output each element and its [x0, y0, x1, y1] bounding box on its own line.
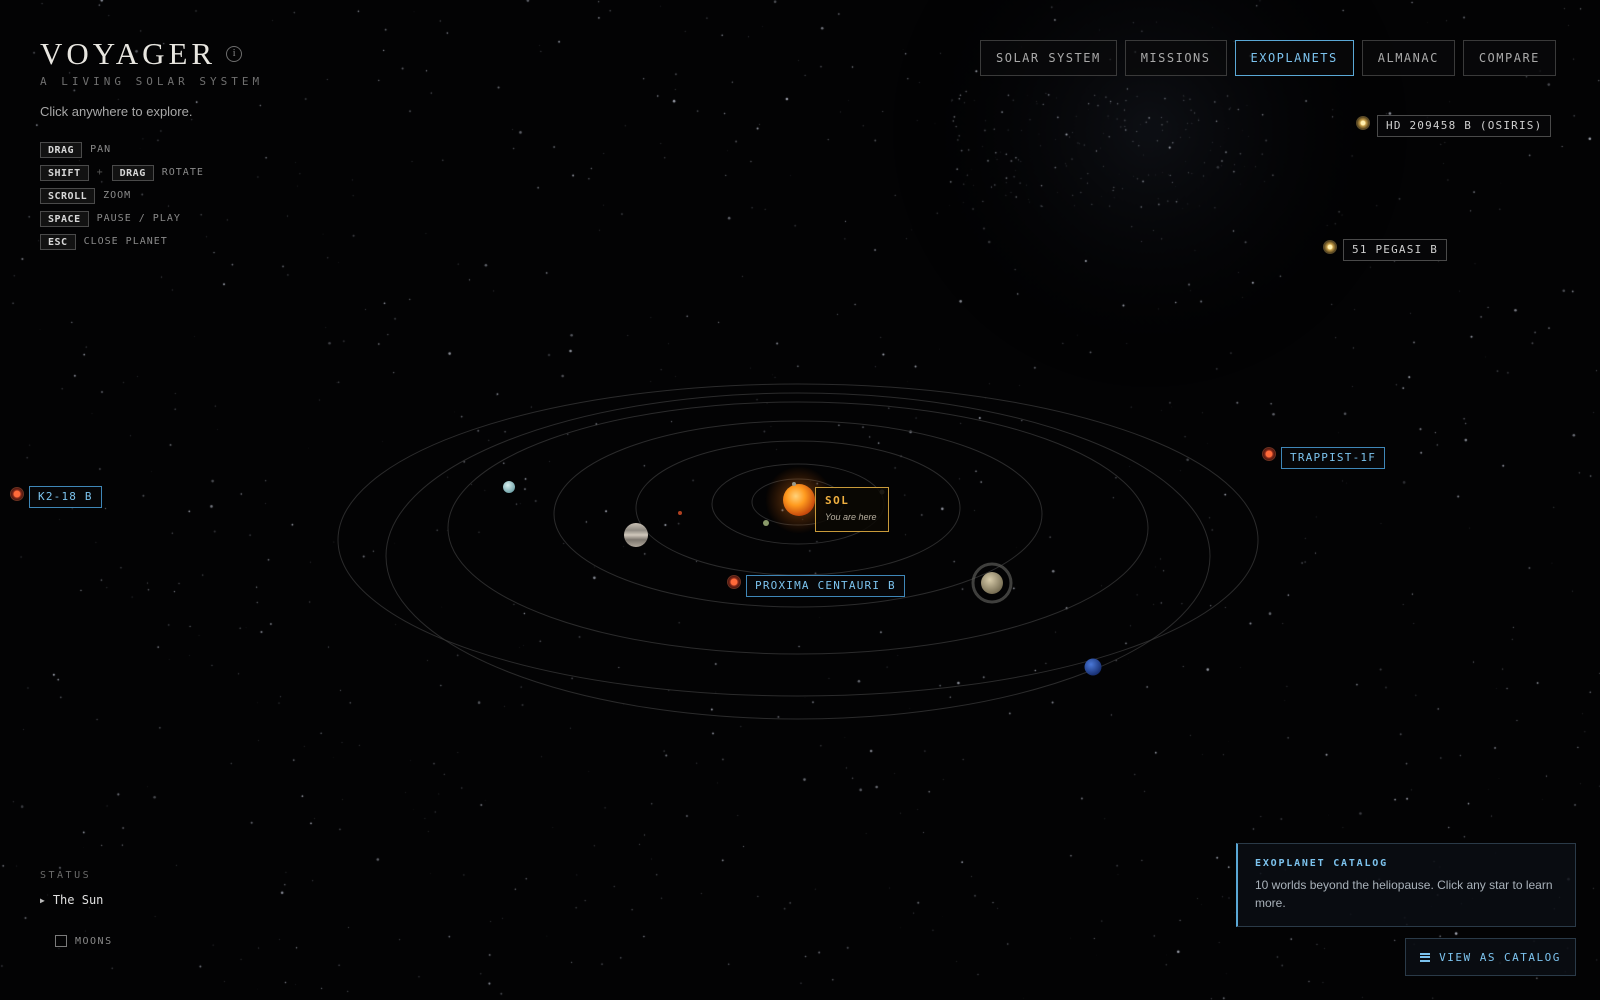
status-value: ▶ The Sun — [40, 893, 103, 907]
tab-almanac[interactable]: ALMANAC — [1361, 40, 1455, 76]
sun-name: SOL — [825, 494, 850, 507]
catalog-description: 10 worlds beyond the heliopause. Click a… — [1255, 878, 1553, 910]
mercury — [792, 482, 796, 486]
exoplanet-marker-trappist[interactable] — [1262, 447, 1276, 461]
saturn — [981, 572, 1003, 594]
exoplanet-marker-hd209458[interactable] — [1356, 116, 1370, 130]
exoplanet-marker-proxima[interactable] — [727, 575, 741, 589]
sun-note: You are here — [825, 512, 877, 522]
shortcut-pause: SPACE PAUSE / PLAY — [40, 210, 204, 227]
tab-missions[interactable]: MISSIONS — [1124, 40, 1227, 76]
jupiter — [624, 523, 648, 547]
shortcut-close: ESC CLOSE PLANET — [40, 233, 204, 250]
exoplanet-label-hd209458[interactable]: HD 209458 B (OSIRIS) — [1377, 115, 1552, 137]
key-esc: ESC — [40, 233, 76, 250]
list-icon — [1420, 952, 1431, 962]
key-shift: SHIFT — [40, 164, 89, 181]
shortcut-action: CLOSE PLANET — [83, 236, 168, 247]
moons-label: MOONS — [75, 935, 113, 947]
moons-checkbox[interactable] — [55, 935, 67, 947]
info-icon[interactable]: i — [226, 46, 243, 62]
catalog-title: EXOPLANET CATALOG — [1255, 858, 1388, 869]
sun-label-card[interactable]: SOL You are here — [815, 487, 889, 532]
shortcut-action: ZOOM — [103, 190, 132, 201]
shortcut-pan: DRAG PAN — [40, 141, 204, 158]
moons-toggle[interactable]: MOONS — [55, 935, 113, 947]
sun — [783, 484, 815, 516]
triangle-right-icon: ▶ — [40, 895, 45, 905]
exoplanet-label-k2-18[interactable]: K2-18 B — [29, 486, 102, 508]
key-drag: DRAG — [40, 141, 83, 158]
shortcut-action: PAUSE / PLAY — [96, 213, 181, 224]
earth — [763, 520, 769, 526]
neptune — [1084, 658, 1102, 676]
key-joiner: + — [96, 167, 104, 178]
key-space: SPACE — [40, 210, 89, 227]
view-as-catalog-button[interactable]: VIEW AS CATALOG — [1405, 938, 1576, 976]
main-nav: SOLAR SYSTEM MISSIONS EXOPLANETS ALMANAC… — [980, 40, 1556, 76]
tab-exoplanets[interactable]: EXOPLANETS — [1234, 40, 1354, 76]
exoplanet-marker-k2-18[interactable] — [10, 487, 24, 501]
exoplanet-label-proxima[interactable]: PROXIMA CENTAURI B — [746, 575, 905, 597]
key-drag: DRAG — [111, 164, 154, 181]
shortcut-rotate: SHIFT + DRAG ROTATE — [40, 164, 204, 181]
shortcut-action: PAN — [90, 144, 112, 155]
view-as-catalog-label: VIEW AS CATALOG — [1439, 950, 1561, 964]
exoplanet-label-51-pegasi[interactable]: 51 PEGASI B — [1343, 239, 1448, 261]
app-title-text: VOYAGER — [40, 36, 217, 71]
exoplanet-catalog-panel: EXOPLANET CATALOG 10 worlds beyond the h… — [1236, 843, 1576, 927]
key-scroll: SCROLL — [40, 187, 96, 204]
app-tagline: Click anywhere to explore. — [40, 104, 193, 119]
shortcut-zoom: SCROLL ZOOM — [40, 187, 204, 204]
app-title: VOYAGER i — [40, 36, 243, 72]
app-subtitle: A LIVING SOLAR SYSTEM — [40, 75, 264, 88]
exoplanet-label-trappist[interactable]: TRAPPIST-1F — [1281, 447, 1386, 469]
shortcut-action: ROTATE — [161, 167, 204, 178]
tab-compare[interactable]: COMPARE — [1462, 40, 1556, 76]
tab-solar-system[interactable]: SOLAR SYSTEM — [980, 40, 1117, 76]
uranus — [503, 481, 515, 493]
status-value-text: The Sun — [52, 893, 104, 907]
status-label: STATUS — [40, 870, 92, 881]
mars — [678, 511, 682, 515]
exoplanet-marker-51-pegasi[interactable] — [1323, 240, 1337, 254]
orbit-path — [337, 383, 1259, 697]
keyboard-shortcuts: DRAG PAN SHIFT + DRAG ROTATE SCROLL ZOOM… — [40, 141, 204, 256]
